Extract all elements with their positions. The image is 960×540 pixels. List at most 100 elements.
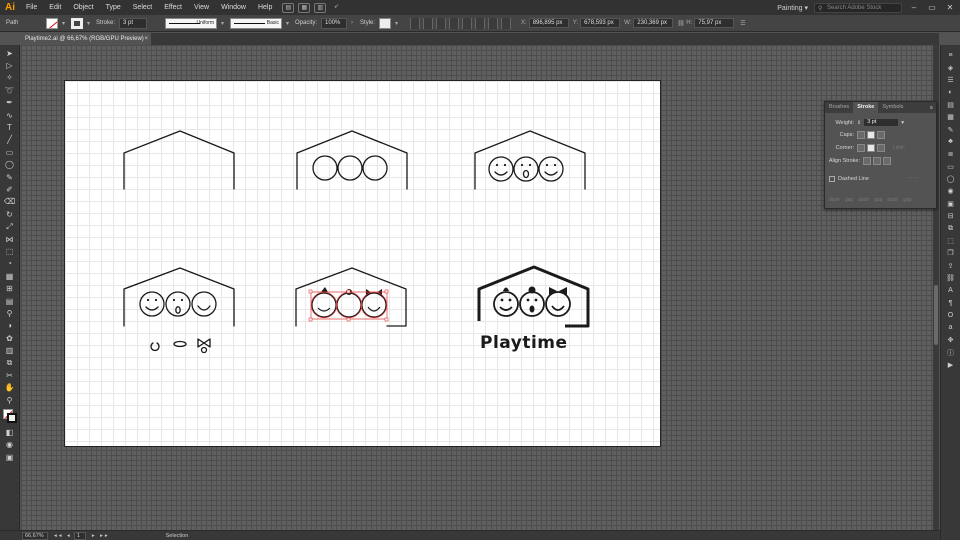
menu-help[interactable]: Help xyxy=(252,0,278,15)
width-field[interactable]: 230,369 px xyxy=(633,18,674,28)
appearance-icon[interactable]: ◉ xyxy=(945,185,957,197)
graphic-styles-icon[interactable]: ▣ xyxy=(945,198,957,210)
color-guide-icon[interactable]: ▤ xyxy=(945,99,957,111)
height-field[interactable]: 75,97 px xyxy=(694,18,735,28)
swatches-icon[interactable]: ▦ xyxy=(945,111,957,123)
link-icon[interactable]: ⛓ xyxy=(677,20,685,27)
draw-mode-icon[interactable]: ◉ xyxy=(3,439,16,451)
screen-mode-icon[interactable]: ▣ xyxy=(3,451,16,463)
artboard-nav-prev[interactable]: ◂◂ ◂ xyxy=(54,533,72,539)
fill-stroke-widget[interactable] xyxy=(2,408,18,424)
brushes-icon[interactable]: ✎ xyxy=(945,123,957,135)
chevron-down-icon[interactable]: ▾ xyxy=(87,20,92,27)
paintbrush-tool-icon[interactable]: ✎ xyxy=(3,171,16,183)
gpu-performance-icon[interactable]: ➶ xyxy=(330,3,342,13)
transparency-icon[interactable]: ◯ xyxy=(945,173,957,185)
stroke-icon[interactable]: ≣ xyxy=(945,148,957,160)
chevron-down-icon[interactable]: ▾ xyxy=(395,20,400,27)
align-bottom-icon[interactable] xyxy=(488,17,499,29)
document-tab[interactable]: Playtime2.ai @ 66,67% (RGB/GPU Preview) … xyxy=(21,33,151,45)
eraser-tool-icon[interactable]: ⌫ xyxy=(3,196,16,208)
menu-view[interactable]: View xyxy=(188,0,215,15)
lasso-tool-icon[interactable]: ➰ xyxy=(3,84,16,96)
minimize-button[interactable]: – xyxy=(908,3,920,12)
symbols-icon[interactable]: ♣ xyxy=(945,136,957,148)
color-icon[interactable]: ◐ xyxy=(945,86,957,98)
maximize-button[interactable]: ▭ xyxy=(926,3,938,12)
zoom-field[interactable]: 66,67% xyxy=(22,531,48,540)
chevron-down-icon[interactable]: ▾ xyxy=(286,20,291,27)
stock-icon[interactable]: ▦ xyxy=(298,2,311,13)
properties-icon[interactable]: ≡ xyxy=(945,49,957,61)
shape-builder-tool-icon[interactable]: ◔ xyxy=(3,258,16,270)
menu-window[interactable]: Window xyxy=(215,0,252,15)
menu-select[interactable]: Select xyxy=(127,0,158,15)
column-graph-tool-icon[interactable]: ▥ xyxy=(3,344,16,356)
graphic-style-swatch[interactable] xyxy=(379,17,392,29)
navigator-icon[interactable]: ✥ xyxy=(945,334,957,346)
artboard[interactable]: Playtime xyxy=(64,80,661,447)
slice-tool-icon[interactable]: ✂ xyxy=(3,369,16,381)
paragraph-icon[interactable]: ¶ xyxy=(945,297,957,309)
curvature-tool-icon[interactable]: ∿ xyxy=(3,109,16,121)
chevron-down-icon[interactable]: ▾ xyxy=(62,20,67,27)
weight-stepper[interactable]: ⇕ xyxy=(857,120,861,126)
y-field[interactable]: 678,593 px xyxy=(580,18,621,28)
projecting-cap-button[interactable] xyxy=(877,131,885,139)
width-tool-icon[interactable]: ⋈ xyxy=(3,233,16,245)
fill-swatch[interactable] xyxy=(46,17,58,29)
menu-type[interactable]: Type xyxy=(100,0,127,15)
menu-effect[interactable]: Effect xyxy=(158,0,188,15)
menu-object[interactable]: Object xyxy=(67,0,99,15)
type-tool-icon[interactable]: T xyxy=(3,121,16,133)
gradient-icon[interactable]: ▭ xyxy=(945,161,957,173)
actions-icon[interactable]: ▶ xyxy=(945,359,957,371)
opacity-label[interactable]: Opacity: xyxy=(295,20,317,26)
shaper-tool-icon[interactable]: ✐ xyxy=(3,183,16,195)
scrollbar-thumb[interactable] xyxy=(934,285,938,345)
bridge-icon[interactable]: ▤ xyxy=(282,2,295,13)
artboard-tool-icon[interactable]: ⧉ xyxy=(3,357,16,369)
workspace-switcher[interactable]: Painting ▾ xyxy=(777,4,808,12)
align-outside-stroke-button[interactable] xyxy=(883,157,891,165)
tab-symbols[interactable]: Symbols xyxy=(878,102,907,113)
stroke-color-icon[interactable] xyxy=(6,413,17,424)
pen-tool-icon[interactable]: ✒ xyxy=(3,97,16,109)
butt-cap-button[interactable] xyxy=(857,131,865,139)
tab-stroke[interactable]: Stroke xyxy=(853,102,879,113)
blend-tool-icon[interactable]: ◑ xyxy=(3,320,16,332)
asset-export-icon[interactable]: ⇪ xyxy=(945,260,957,272)
rectangle-tool-icon[interactable]: ▭ xyxy=(3,146,16,158)
free-transform-tool-icon[interactable]: ⬚ xyxy=(3,245,16,257)
more-options-icon[interactable]: ☰ xyxy=(740,20,745,27)
chevron-right-icon[interactable]: › xyxy=(351,20,356,26)
hand-tool-icon[interactable]: ✋ xyxy=(3,382,16,394)
align-center-icon[interactable] xyxy=(436,17,447,29)
menu-file[interactable]: File xyxy=(20,0,43,15)
magic-wand-tool-icon[interactable]: ✧ xyxy=(3,72,16,84)
dash-preset-icon[interactable]: ⋯ ⋯ xyxy=(907,176,920,182)
glyphs-icon[interactable]: a xyxy=(945,322,957,334)
libraries-icon[interactable]: ☰ xyxy=(945,74,957,86)
gradient-tool-icon[interactable]: ▤ xyxy=(3,295,16,307)
dashed-line-checkbox[interactable] xyxy=(829,176,835,182)
x-field[interactable]: 896,895 px xyxy=(528,18,569,28)
ellipse-tool-icon[interactable]: ◯ xyxy=(3,159,16,171)
links-icon[interactable]: ⛓ xyxy=(945,272,957,284)
align-center-stroke-button[interactable] xyxy=(863,157,871,165)
recolor-artwork-icon[interactable] xyxy=(410,17,421,29)
perspective-grid-tool-icon[interactable]: ▦ xyxy=(3,270,16,282)
tab-brushes[interactable]: Brushes xyxy=(825,102,853,113)
weight-field[interactable]: 3 pt xyxy=(863,118,900,127)
arrange-documents-icon[interactable]: ▥ xyxy=(314,2,327,13)
canvas[interactable]: Playtime xyxy=(21,45,939,530)
artboards-icon[interactable]: ❐ xyxy=(945,247,957,259)
chevron-down-icon[interactable]: ▾ xyxy=(221,20,226,27)
direct-selection-tool-icon[interactable]: ▷ xyxy=(3,59,16,71)
transform-icon[interactable] xyxy=(501,17,512,29)
chevron-down-icon[interactable]: ▾ xyxy=(901,120,904,126)
zoom-tool-icon[interactable]: ⚲ xyxy=(3,394,16,406)
align-icon[interactable]: ⊟ xyxy=(945,210,957,222)
pathfinder-icon[interactable]: ⧉ xyxy=(945,222,957,234)
color-mode-icon[interactable]: ◧ xyxy=(3,426,16,438)
